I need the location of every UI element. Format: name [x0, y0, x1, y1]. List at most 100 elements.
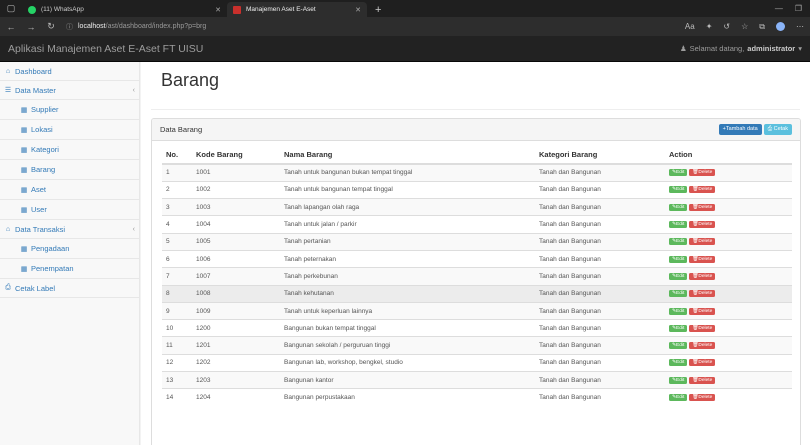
sidebar-item-barang[interactable]: ▦ Barang: [0, 160, 139, 180]
cell-kategori: Tanah dan Bangunan: [535, 319, 665, 337]
edit-button[interactable]: ✎Edit: [669, 169, 688, 177]
edit-button-label: Edit: [676, 222, 685, 228]
sidebar-item-aset[interactable]: ▦ Aset: [0, 180, 139, 200]
edit-button[interactable]: ✎Edit: [669, 255, 688, 263]
forward-icon[interactable]: →: [26, 22, 36, 32]
row-actions: ✎Edit 🗑Delete: [669, 169, 788, 177]
reader-icon[interactable]: Aa: [685, 22, 695, 31]
table-row: 5 1005 Tanah pertanian Tanah dan Bangunan ✎E…: [162, 232, 792, 251]
collections-icon[interactable]: ⧉: [759, 22, 765, 32]
sidebar-item-kategori[interactable]: ▦ Kategori: [0, 140, 139, 160]
user-menu[interactable]: ♟ Selamat datang, administrator ▾: [680, 44, 802, 53]
minimize-icon[interactable]: —: [775, 4, 783, 13]
table-row: 2 1002 Tanah untuk bangunan tempat tinggal…: [162, 180, 792, 199]
sidebar-item-cetak-label[interactable]: ⎙ Cetak Label: [0, 279, 139, 298]
edit-button[interactable]: ✎Edit: [669, 342, 688, 350]
delete-button[interactable]: 🗑Delete: [689, 169, 716, 177]
delete-button-label: Delete: [698, 222, 713, 228]
edit-button-label: Edit: [676, 395, 685, 401]
edit-button[interactable]: ✎Edit: [669, 394, 688, 402]
app-icon: [233, 5, 241, 14]
edit-button[interactable]: ✎Edit: [669, 290, 688, 298]
window-menu-icon[interactable]: ▢: [0, 0, 22, 17]
cell-kode: 1204: [192, 388, 280, 407]
sidebar-item-lokasi[interactable]: ▦ Lokasi: [0, 120, 139, 140]
url-field[interactable]: ⓘ localhost/ast/dashboard/index.php?p=br…: [66, 22, 675, 32]
delete-button[interactable]: 🗑Delete: [689, 307, 716, 315]
sidebar-item-data-transaksi[interactable]: ⌂ Data Transaksi ‹: [0, 220, 139, 239]
delete-button[interactable]: 🗑Delete: [689, 203, 716, 211]
column-header-no[interactable]: No.: [162, 146, 192, 165]
new-tab-button[interactable]: +: [367, 2, 389, 17]
close-icon[interactable]: ✕: [215, 6, 221, 14]
edit-button[interactable]: ✎Edit: [669, 272, 688, 280]
delete-button-label: Delete: [698, 377, 713, 383]
more-icon[interactable]: ⋯: [796, 22, 804, 31]
column-header-kode[interactable]: Kode Barang: [192, 146, 280, 165]
edit-button[interactable]: ✎Edit: [669, 238, 688, 246]
delete-button[interactable]: 🗑Delete: [689, 376, 716, 384]
delete-button[interactable]: 🗑Delete: [689, 290, 716, 298]
tab-app[interactable]: Manajemen Aset E-Aset ✕: [227, 2, 367, 17]
table-icon: ▦: [20, 146, 28, 154]
extension-icon[interactable]: ✦: [706, 22, 713, 31]
back-icon[interactable]: ←: [6, 22, 16, 32]
refresh-icon[interactable]: ↺: [723, 22, 730, 31]
delete-button[interactable]: 🗑Delete: [689, 272, 716, 280]
reload-icon[interactable]: ↻: [46, 21, 56, 32]
add-data-button[interactable]: +Tambah data: [718, 124, 762, 135]
edit-button[interactable]: ✎Edit: [669, 376, 688, 384]
restore-icon[interactable]: ❐: [795, 4, 802, 13]
delete-button[interactable]: 🗑Delete: [689, 324, 716, 332]
profile-icon[interactable]: [776, 22, 785, 31]
cell-no: 2: [162, 180, 192, 199]
sidebar-item-user[interactable]: ▦ User: [0, 200, 139, 220]
sidebar-item-penempatan[interactable]: ▦ Penempatan: [0, 259, 139, 279]
cell-nama: Bangunan perpustakaan: [280, 388, 535, 407]
cell-kategori: Tanah dan Bangunan: [535, 336, 665, 355]
column-header-nama[interactable]: Nama Barang: [280, 146, 535, 165]
table-icon: ▦: [20, 206, 28, 214]
delete-button-label: Delete: [698, 308, 713, 314]
cell-nama: Tanah perkebunan: [280, 267, 535, 286]
cell-kode: 1008: [192, 284, 280, 303]
table-icon: ▦: [20, 265, 28, 273]
edit-button[interactable]: ✎Edit: [669, 221, 688, 229]
sidebar-item-data-master[interactable]: ☰ Data Master ‹: [0, 81, 139, 100]
delete-button[interactable]: 🗑Delete: [689, 221, 716, 229]
delete-button[interactable]: 🗑Delete: [689, 255, 716, 263]
delete-button[interactable]: 🗑Delete: [689, 342, 716, 350]
cell-kategori: Tanah dan Bangunan: [535, 353, 665, 372]
table-icon: ▦: [20, 186, 28, 194]
delete-button[interactable]: 🗑Delete: [689, 359, 716, 367]
delete-button[interactable]: 🗑Delete: [689, 394, 716, 402]
edit-button[interactable]: ✎Edit: [669, 203, 688, 211]
column-header-kategori[interactable]: Kategori Barang: [535, 146, 665, 165]
cell-kode: 1005: [192, 232, 280, 251]
print-button[interactable]: ⎙ Cetak: [763, 124, 792, 135]
edit-button[interactable]: ✎Edit: [669, 186, 688, 194]
table-header-row: No. Kode Barang Nama Barang Kategori Bar…: [162, 146, 792, 165]
sidebar-item-label: Supplier: [31, 105, 59, 114]
address-bar: ← → ↻ ⓘ localhost/ast/dashboard/index.ph…: [0, 17, 810, 36]
edit-button[interactable]: ✎Edit: [669, 307, 688, 315]
tab-label: Manajemen Aset E-Aset: [246, 6, 316, 13]
info-icon[interactable]: ⓘ: [66, 22, 73, 32]
divider: [151, 109, 800, 110]
cell-kategori: Tanah dan Bangunan: [535, 180, 665, 199]
table-row: 9 1009 Tanah untuk keperluan lainnya Tanah …: [162, 301, 792, 320]
sidebar-item-supplier[interactable]: ▦ Supplier: [0, 100, 139, 120]
delete-button[interactable]: 🗑Delete: [689, 186, 716, 194]
sidebar-item-dashboard[interactable]: ⌂ Dashboard: [0, 62, 139, 81]
tab-whatsapp[interactable]: (11) WhatsApp ✕: [22, 2, 227, 17]
row-actions: ✎Edit 🗑Delete: [669, 376, 788, 384]
url-path: /ast/dashboard/index.php?p=brg: [105, 23, 207, 30]
app-brand[interactable]: Aplikasi Manajemen Aset E-Aset FT UISU: [8, 43, 203, 55]
delete-button[interactable]: 🗑Delete: [689, 238, 716, 246]
close-icon[interactable]: ✕: [355, 6, 361, 14]
sidebar-item-pengadaan[interactable]: ▦ Pengadaan: [0, 239, 139, 259]
favorite-icon[interactable]: ☆: [741, 22, 748, 31]
edit-button[interactable]: ✎Edit: [669, 324, 688, 332]
edit-button[interactable]: ✎Edit: [669, 359, 688, 367]
cell-nama: Tanah untuk jalan / parkir: [280, 215, 535, 234]
